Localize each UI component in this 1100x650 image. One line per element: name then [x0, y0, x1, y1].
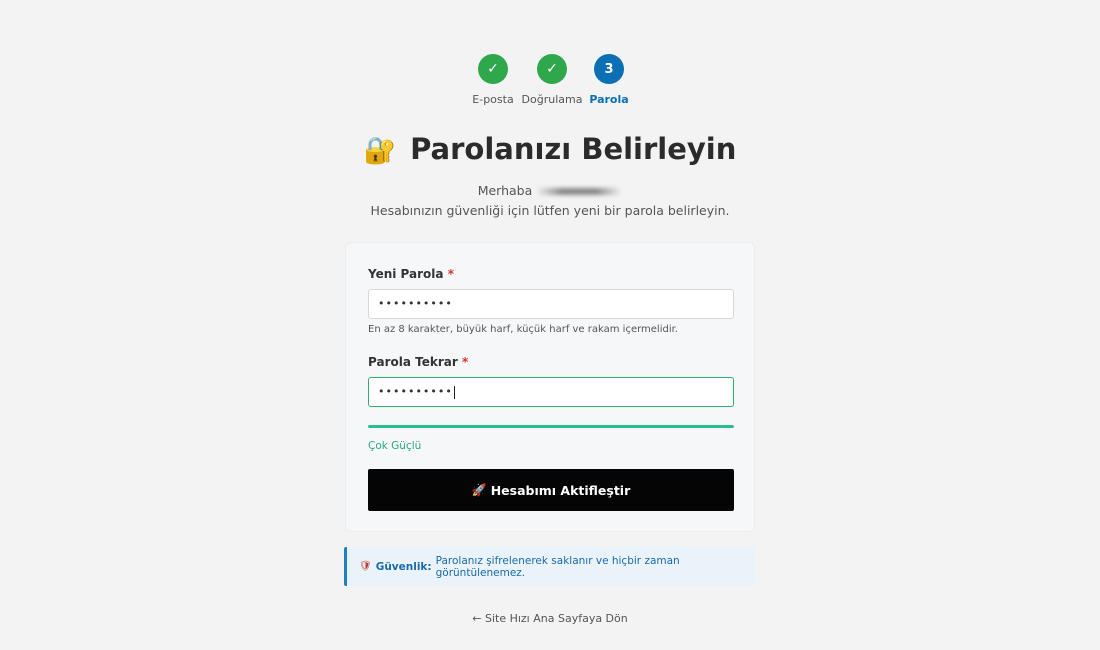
lock-key-icon: 🔐	[363, 136, 396, 166]
security-notice-text: Parolanız şifrelenerek saklanır ve hiçbi…	[435, 554, 680, 579]
password-form-card: Yeni Parola * •••••••••• En az 8 karakte…	[345, 242, 755, 532]
step-password-number: 3	[594, 54, 624, 84]
security-notice: 🛡 Güvenlik: Parolanız şifrelenerek sakla…	[344, 547, 755, 586]
progress-stepper: ✓ E-posta ✓ Doğrulama 3 Parola	[0, 54, 1100, 114]
new-password-input[interactable]: ••••••••••	[368, 289, 734, 319]
security-notice-title: Güvenlik:	[375, 560, 432, 573]
step-email-check-icon: ✓	[478, 54, 508, 84]
rocket-icon: 🚀	[471, 483, 487, 497]
greeting: Merhaba	[0, 183, 1100, 198]
password-strength-fill	[368, 425, 734, 428]
back-to-home-link[interactable]: ← Site Hızı Ana Sayfaya Dön	[0, 612, 1100, 625]
new-password-label: Yeni Parola *	[368, 267, 454, 281]
step-verification-check-icon: ✓	[537, 54, 567, 84]
text-cursor	[453, 385, 455, 399]
activate-account-button[interactable]: 🚀 Hesabımı Aktifleştir	[368, 469, 734, 511]
required-marker: *	[461, 355, 469, 369]
password-setup-page: ✓ E-posta ✓ Doğrulama 3 Parola 🔐 Parolan…	[0, 0, 1100, 650]
activate-account-label: Hesabımı Aktifleştir	[490, 482, 631, 498]
password-strength-bar	[368, 425, 734, 428]
new-password-label-text: Yeni Parola	[368, 267, 444, 281]
password-requirements-hint: En az 8 karakter, büyük harf, küçük harf…	[368, 324, 678, 335]
confirm-password-label-text: Parola Tekrar	[368, 355, 458, 369]
greeting-text: Merhaba	[477, 183, 533, 198]
password-strength-label: Çok Güçlü	[368, 440, 422, 452]
page-title: 🔐 Parolanızı Belirleyin	[0, 132, 1100, 166]
blurred-user-name	[536, 188, 623, 195]
page-title-text: Parolanızı Belirleyin	[410, 132, 737, 166]
step-password: 3 Parola	[569, 54, 649, 106]
shield-icon: 🛡	[359, 561, 372, 572]
new-password-value: ••••••••••	[378, 297, 453, 310]
step-password-label: Parola	[589, 93, 629, 106]
confirm-password-input[interactable]: ••••••••••	[368, 377, 734, 407]
confirm-password-label: Parola Tekrar *	[368, 355, 468, 369]
confirm-password-value: ••••••••••	[378, 385, 453, 398]
page-subtitle: Hesabınızın güvenliği için lütfen yeni b…	[370, 203, 730, 218]
required-marker: *	[447, 267, 454, 281]
